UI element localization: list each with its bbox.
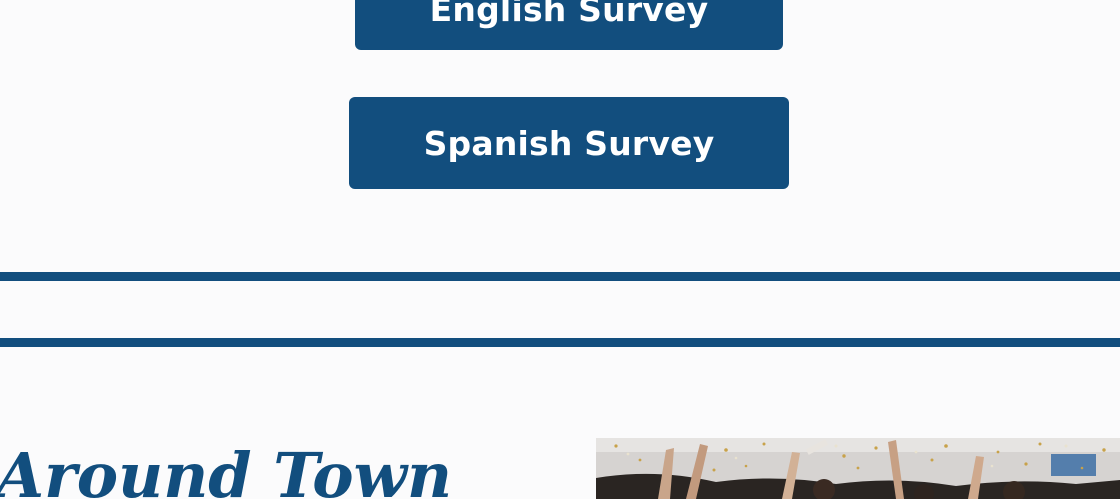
section-divider-bottom [0, 338, 1120, 347]
english-survey-button[interactable]: English Survey [355, 0, 783, 50]
english-survey-label: English Survey [429, 0, 709, 29]
graduation-photo-image [596, 438, 1120, 499]
section-divider-top [0, 272, 1120, 281]
spanish-survey-button[interactable]: Spanish Survey [349, 97, 789, 189]
page: English Survey Spanish Survey Around Tow… [0, 0, 1120, 499]
graduation-photo [596, 438, 1120, 499]
around-town-heading: Around Town [0, 439, 453, 499]
spanish-survey-label: Spanish Survey [423, 123, 715, 163]
